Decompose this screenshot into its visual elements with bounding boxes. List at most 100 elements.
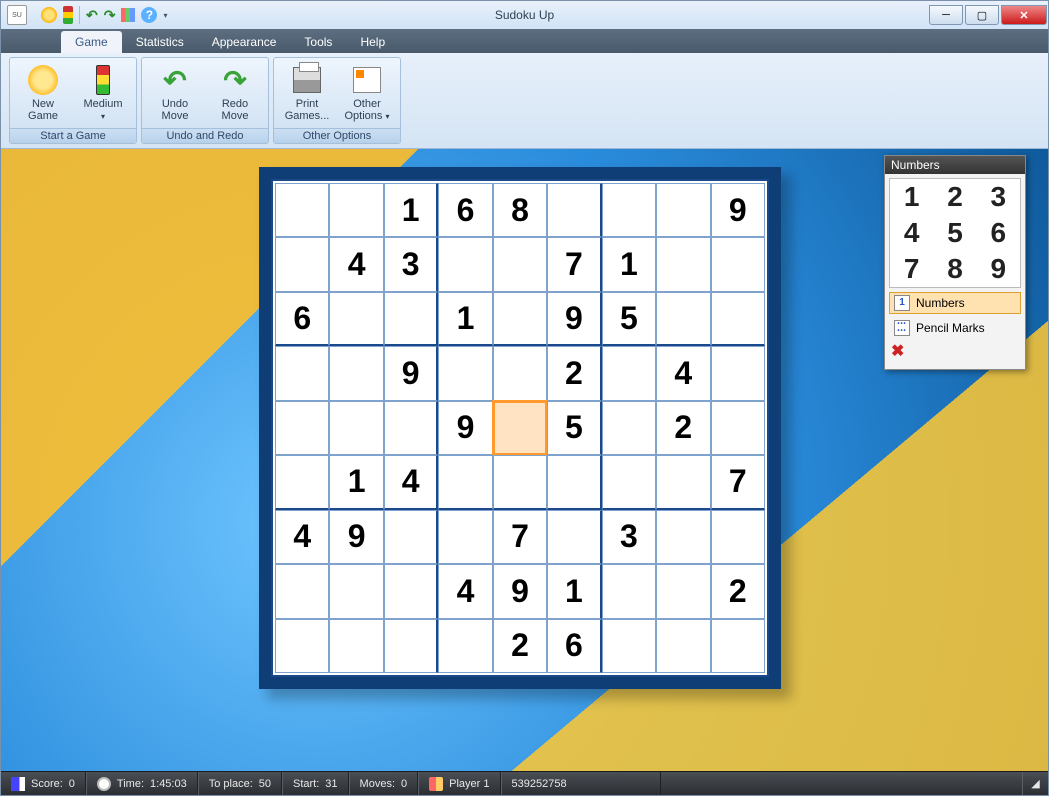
- pick-6[interactable]: 6: [977, 215, 1020, 251]
- cell-r1-c1[interactable]: 4: [329, 237, 383, 291]
- cell-r3-c6[interactable]: [602, 346, 656, 400]
- pick-4[interactable]: 4: [890, 215, 933, 251]
- cell-r2-c6[interactable]: 5: [602, 292, 656, 346]
- cell-r2-c5[interactable]: 9: [547, 292, 601, 346]
- qat-difficulty-icon[interactable]: [63, 6, 73, 24]
- numbers-mode-button[interactable]: 1 Numbers: [889, 292, 1021, 314]
- cell-r5-c8[interactable]: 7: [711, 455, 765, 509]
- cell-r4-c5[interactable]: 5: [547, 401, 601, 455]
- cell-r1-c0[interactable]: [275, 237, 329, 291]
- qat-new-game-icon[interactable]: [41, 7, 57, 23]
- cell-r5-c6[interactable]: [602, 455, 656, 509]
- cell-r6-c2[interactable]: [384, 510, 438, 564]
- cell-r1-c3[interactable]: [438, 237, 492, 291]
- cell-r0-c6[interactable]: [602, 183, 656, 237]
- qat-help-icon[interactable]: ?: [141, 7, 157, 23]
- tab-appearance[interactable]: Appearance: [198, 31, 291, 53]
- cell-r1-c6[interactable]: 1: [602, 237, 656, 291]
- cell-r0-c5[interactable]: [547, 183, 601, 237]
- cell-r2-c7[interactable]: [656, 292, 710, 346]
- cell-r5-c0[interactable]: [275, 455, 329, 509]
- cell-r7-c8[interactable]: 2: [711, 564, 765, 618]
- cell-r3-c1[interactable]: [329, 346, 383, 400]
- qat-redo-icon[interactable]: ↷: [104, 7, 116, 24]
- pick-8[interactable]: 8: [933, 251, 976, 287]
- pencil-mode-button[interactable]: •••••• Pencil Marks: [889, 317, 1021, 339]
- cell-r8-c8[interactable]: [711, 619, 765, 673]
- cell-r2-c0[interactable]: 6: [275, 292, 329, 346]
- cell-r0-c3[interactable]: 6: [438, 183, 492, 237]
- cell-r5-c2[interactable]: 4: [384, 455, 438, 509]
- cell-r3-c8[interactable]: [711, 346, 765, 400]
- pick-1[interactable]: 1: [890, 179, 933, 215]
- cell-r4-c0[interactable]: [275, 401, 329, 455]
- qat-dropdown-icon[interactable]: ▾: [163, 11, 167, 20]
- undo-button[interactable]: ↶ UndoMove: [146, 60, 204, 126]
- cell-r1-c7[interactable]: [656, 237, 710, 291]
- cell-r8-c7[interactable]: [656, 619, 710, 673]
- tab-tools[interactable]: Tools: [290, 31, 346, 53]
- cell-r6-c7[interactable]: [656, 510, 710, 564]
- cell-r5-c4[interactable]: [493, 455, 547, 509]
- cell-r8-c0[interactable]: [275, 619, 329, 673]
- qat-undo-icon[interactable]: ↶: [86, 7, 98, 24]
- cell-r2-c1[interactable]: [329, 292, 383, 346]
- app-icon[interactable]: SU: [7, 5, 27, 25]
- cell-r5-c3[interactable]: [438, 455, 492, 509]
- difficulty-button[interactable]: Medium▾: [74, 60, 132, 126]
- cell-r1-c5[interactable]: 7: [547, 237, 601, 291]
- cell-r4-c3[interactable]: 9: [438, 401, 492, 455]
- cell-r2-c8[interactable]: [711, 292, 765, 346]
- cell-r6-c8[interactable]: [711, 510, 765, 564]
- cell-r4-c2[interactable]: [384, 401, 438, 455]
- cell-r8-c1[interactable]: [329, 619, 383, 673]
- pick-9[interactable]: 9: [977, 251, 1020, 287]
- cell-r5-c7[interactable]: [656, 455, 710, 509]
- status-resize-grip[interactable]: ◢: [1022, 772, 1048, 795]
- cell-r7-c7[interactable]: [656, 564, 710, 618]
- cell-r3-c5[interactable]: 2: [547, 346, 601, 400]
- other-options-button[interactable]: OtherOptions ▾: [338, 60, 396, 126]
- qat-stats-icon[interactable]: [121, 8, 135, 22]
- cell-r3-c7[interactable]: 4: [656, 346, 710, 400]
- pick-5[interactable]: 5: [933, 215, 976, 251]
- cell-r7-c5[interactable]: 1: [547, 564, 601, 618]
- cell-r6-c0[interactable]: 4: [275, 510, 329, 564]
- cell-r3-c2[interactable]: 9: [384, 346, 438, 400]
- cell-r0-c8[interactable]: 9: [711, 183, 765, 237]
- cell-r7-c0[interactable]: [275, 564, 329, 618]
- cell-r7-c1[interactable]: [329, 564, 383, 618]
- cell-r6-c4[interactable]: 7: [493, 510, 547, 564]
- cell-r1-c4[interactable]: [493, 237, 547, 291]
- cell-r8-c5[interactable]: 6: [547, 619, 601, 673]
- cell-r0-c2[interactable]: 1: [384, 183, 438, 237]
- cell-r2-c3[interactable]: 1: [438, 292, 492, 346]
- cell-r0-c4[interactable]: 8: [493, 183, 547, 237]
- cell-r8-c4[interactable]: 2: [493, 619, 547, 673]
- erase-button[interactable]: ✖: [891, 345, 907, 361]
- cell-r5-c5[interactable]: [547, 455, 601, 509]
- cell-r8-c2[interactable]: [384, 619, 438, 673]
- cell-r6-c1[interactable]: 9: [329, 510, 383, 564]
- print-button[interactable]: PrintGames...: [278, 60, 336, 126]
- cell-r4-c6[interactable]: [602, 401, 656, 455]
- new-game-button[interactable]: NewGame: [14, 60, 72, 126]
- cell-r4-c4[interactable]: [493, 401, 547, 455]
- cell-r7-c6[interactable]: [602, 564, 656, 618]
- cell-r5-c1[interactable]: 1: [329, 455, 383, 509]
- cell-r3-c3[interactable]: [438, 346, 492, 400]
- cell-r8-c3[interactable]: [438, 619, 492, 673]
- maximize-button[interactable]: ▢: [965, 5, 999, 25]
- cell-r8-c6[interactable]: [602, 619, 656, 673]
- close-button[interactable]: ✕: [1001, 5, 1047, 25]
- cell-r4-c8[interactable]: [711, 401, 765, 455]
- cell-r0-c7[interactable]: [656, 183, 710, 237]
- cell-r2-c2[interactable]: [384, 292, 438, 346]
- cell-r3-c0[interactable]: [275, 346, 329, 400]
- cell-r1-c8[interactable]: [711, 237, 765, 291]
- pick-3[interactable]: 3: [977, 179, 1020, 215]
- cell-r4-c7[interactable]: 2: [656, 401, 710, 455]
- cell-r7-c2[interactable]: [384, 564, 438, 618]
- minimize-button[interactable]: ─: [929, 5, 963, 25]
- cell-r1-c2[interactable]: 3: [384, 237, 438, 291]
